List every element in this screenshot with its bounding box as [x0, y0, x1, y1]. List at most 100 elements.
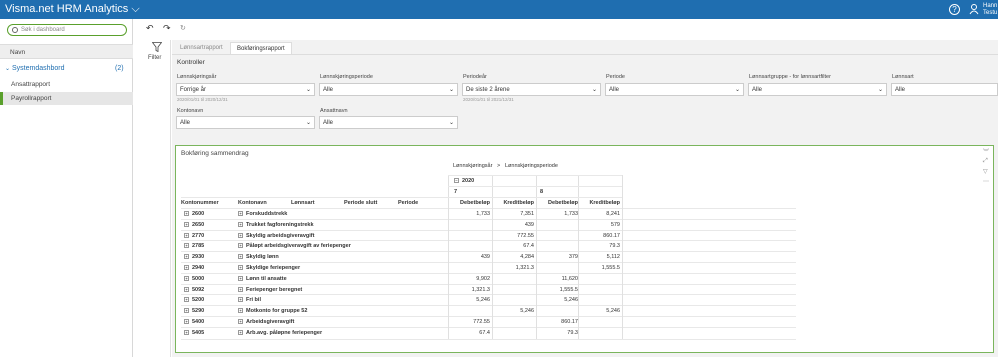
table-row-konto[interactable]: +5405 [184, 328, 239, 338]
column-header[interactable]: Kreditbeløp [492, 198, 534, 208]
table-row-kontonavn[interactable]: + Skyldig lønn [238, 252, 438, 262]
search-input[interactable]: Søk i dashboard [7, 24, 127, 36]
filter-icon[interactable]: ▽ [983, 168, 988, 175]
group-systemdashbord[interactable]: ⌄ Systemdashbord (2) [0, 63, 133, 75]
sidebar-item-payrollrapport[interactable]: Payrollrapport [0, 92, 133, 105]
column-header[interactable]: Kontonavn [238, 198, 298, 208]
period-header: 8 [540, 189, 544, 195]
table-row-konto[interactable]: +5092 [184, 285, 239, 295]
table-row-kontonavn[interactable]: + Fri bil [238, 295, 438, 305]
periodear-select[interactable]: De siste 2 årene ⌄ [462, 83, 601, 96]
periode-select[interactable]: Alle ⌄ [605, 83, 744, 96]
breadcrumb-period[interactable]: Lønnskjøringsperiode [505, 163, 558, 169]
undo-icon[interactable]: ↶ [146, 23, 154, 34]
expand-icon[interactable]: + [238, 232, 243, 238]
expand-icon[interactable]: + [184, 319, 189, 325]
column-header[interactable]: Kontonummer [181, 198, 241, 208]
table-row-konto[interactable]: +2600 [184, 209, 239, 219]
table-row-kontonavn[interactable]: + Trukket fagforeningstrekk [238, 220, 438, 230]
table-row-kontonavn[interactable]: + Skyldige feriepenger [238, 263, 438, 273]
table-row-konto[interactable]: +2770 [184, 231, 239, 241]
sidebar-item-ansattrapport[interactable]: Ansattrapport [0, 78, 133, 91]
column-header[interactable]: Lønnsart [291, 198, 351, 208]
lonnsart-select[interactable]: Alle [891, 83, 998, 96]
expand-icon[interactable]: + [238, 308, 243, 314]
header-divider [448, 175, 622, 176]
table-row-kontonavn[interactable]: + Skyldig arbeidsgiveravgift [238, 231, 438, 241]
expand-icon[interactable]: + [238, 211, 243, 217]
expand-icon[interactable]: + [238, 297, 243, 303]
table-row-konto[interactable]: +2785 [184, 241, 239, 251]
expand-icon[interactable]: + [184, 329, 189, 335]
expand-icon[interactable]: + [184, 275, 189, 281]
konto-name: Forskuddstrekk [246, 211, 288, 217]
lonnskjoringsperiode-select[interactable]: Alle ⌄ [319, 83, 458, 96]
table-cell: 772.55 [473, 319, 490, 325]
field-label: Kontonavn [177, 108, 204, 114]
table-cell: 67.4 [479, 329, 490, 336]
collapse-icon[interactable]: ︾ [983, 147, 989, 156]
column-header[interactable]: Debetbeløp [536, 198, 578, 208]
expand-icon[interactable]: + [238, 275, 243, 281]
select-value: Alle [609, 87, 620, 93]
chevron-down-icon: ⌵ [131, 3, 140, 15]
expand-icon[interactable]: ⤢ [983, 158, 988, 165]
expand-icon[interactable]: + [184, 243, 189, 249]
name-column-header[interactable]: Navn [0, 44, 133, 59]
table-row-kontonavn[interactable]: + Motkonto for gruppe 52 [238, 306, 438, 316]
expand-icon[interactable]: + [184, 221, 189, 227]
expand-icon[interactable]: + [184, 286, 189, 292]
table-row-konto[interactable]: +5000 [184, 274, 239, 284]
select-value: Forrige år [180, 87, 207, 93]
chevron-down-icon: ⌄ [448, 120, 454, 126]
expand-icon[interactable]: + [238, 286, 243, 292]
expand-icon[interactable]: + [238, 254, 243, 260]
lonnskjoringsar-select[interactable]: Forrige år ⌄ [176, 83, 315, 96]
table-cell: 379 [568, 254, 578, 261]
collapse-icon[interactable]: − [454, 178, 459, 184]
expand-icon[interactable]: + [184, 211, 189, 217]
lonnsartgruppe-select[interactable]: Alle ⌄ [748, 83, 887, 96]
field-label: Lønnskjøringsperiode [320, 74, 373, 80]
column-header[interactable]: Periode slutt [344, 198, 404, 208]
expand-icon[interactable]: + [184, 297, 189, 303]
tab-bokforingsrapport[interactable]: Bokføringsrapport [230, 42, 292, 54]
app-title[interactable]: Visma.net HRM Analytics ⌵ [5, 3, 140, 16]
table-row-kontonavn[interactable]: + Forskuddstrekk [238, 209, 438, 219]
expand-icon[interactable]: + [238, 221, 243, 227]
table-row-konto[interactable]: +5400 [184, 317, 239, 327]
breadcrumb-year[interactable]: Lønnskjøringsår [453, 163, 492, 169]
table-row-konto[interactable]: +2650 [184, 220, 239, 230]
table-row-konto[interactable]: +5200 [184, 295, 239, 305]
expand-icon[interactable]: + [238, 265, 243, 271]
redo-icon[interactable]: ↷ [163, 23, 171, 34]
more-icon[interactable]: ⋯ [983, 178, 989, 185]
table-row-kontonavn[interactable]: + Feriepenger beregnet [238, 285, 438, 295]
column-header[interactable]: Debetbeløp [448, 198, 490, 208]
table-row-konto[interactable]: +2940 [184, 263, 239, 273]
column-header[interactable]: Kreditbeløp [578, 198, 620, 208]
user-name[interactable]: Hann Testu [983, 3, 997, 17]
expand-icon[interactable]: + [184, 265, 189, 271]
table-row-konto[interactable]: +5290 [184, 306, 239, 316]
filter-panel-toggle[interactable]: Filter [143, 40, 171, 357]
year-header[interactable]: −2020 [454, 176, 544, 186]
table-row-kontonavn[interactable]: + Arbeidsgiveravgift [238, 317, 438, 327]
expand-icon[interactable]: + [238, 329, 243, 335]
help-icon[interactable]: ? [949, 4, 960, 15]
table-row-kontonavn[interactable]: + Lønn til ansatte [238, 274, 438, 284]
expand-icon[interactable]: + [238, 319, 243, 325]
table-row-kontonavn[interactable]: + Arb.avg. påløpne feriepenger [238, 328, 438, 338]
expand-icon[interactable]: + [184, 232, 189, 238]
reset-icon[interactable]: ↻ [180, 24, 186, 32]
tab-lonnsartrapport[interactable]: Lønnsartrapport [174, 42, 229, 54]
expand-icon[interactable]: + [238, 243, 243, 249]
table-row-konto[interactable]: +2930 [184, 252, 239, 262]
expand-icon[interactable]: + [184, 254, 189, 260]
user-icon[interactable] [969, 4, 979, 15]
kontonavn-select[interactable]: Alle ⌄ [176, 116, 315, 129]
expand-icon[interactable]: + [184, 308, 189, 314]
field-label: Periode [606, 74, 625, 80]
table-row-kontonavn[interactable]: + Påløpt arbeidsgiveravgift av feriepenge… [238, 241, 438, 251]
ansattnavn-select[interactable]: Alle ⌄ [319, 116, 458, 129]
